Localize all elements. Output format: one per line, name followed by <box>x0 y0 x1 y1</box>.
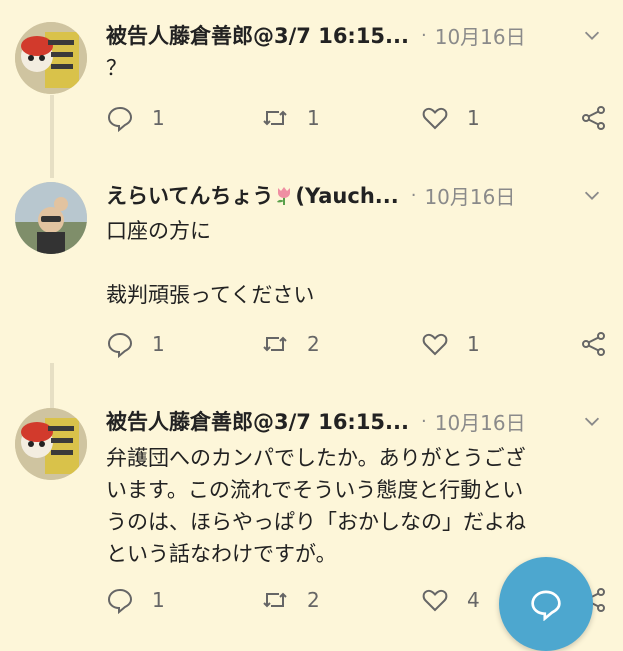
timestamp[interactable]: 10月16日 <box>435 407 526 436</box>
chevron-down-icon[interactable] <box>581 24 603 46</box>
retweet-button[interactable]: 2 <box>261 327 320 361</box>
retweet-count: 1 <box>307 106 320 130</box>
separator-dot: · <box>420 24 427 46</box>
tweet-header: えらいてんちょう (Yauch... · 10月16日 <box>106 178 603 212</box>
reply-icon <box>107 106 133 132</box>
separator-dot: · <box>420 410 427 432</box>
like-count: 1 <box>467 332 480 356</box>
like-count: 1 <box>467 106 480 130</box>
tweet[interactable]: えらいてんちょう (Yauch... · 10月16日 口座の方に 裁判頑張って… <box>0 178 623 368</box>
tweet-text: 口座の方に 裁判頑張ってください <box>106 219 315 307</box>
tweet-header: 被告人藤倉善郎@3/7 16:15... · 10月16日 <box>106 18 603 52</box>
tweet[interactable]: 被告人藤倉善郎@3/7 16:15... · 10月16日 ？ 1 1 1 <box>0 18 623 148</box>
reply-button[interactable]: 1 <box>106 327 165 361</box>
retweet-button[interactable]: 2 <box>261 583 320 617</box>
share-button[interactable] <box>580 327 608 361</box>
chevron-down-icon[interactable] <box>581 410 603 432</box>
avatar[interactable] <box>15 22 87 94</box>
retweet-icon <box>263 592 287 608</box>
timestamp[interactable]: 10月16日 <box>435 21 526 50</box>
author-name-text: えらいてんちょう <box>106 184 274 208</box>
reply-icon <box>107 588 133 614</box>
share-button[interactable] <box>580 101 608 135</box>
heart-icon <box>422 333 448 356</box>
like-button[interactable]: 4 <box>421 583 480 617</box>
reply-button[interactable]: 1 <box>106 101 165 135</box>
like-button[interactable]: 1 <box>421 327 480 361</box>
tweet-text: ？ <box>106 56 127 80</box>
like-button[interactable]: 1 <box>421 101 480 135</box>
tulip-emoji <box>277 187 291 205</box>
author-name[interactable]: 被告人藤倉善郎@3/7 16:15... <box>106 20 409 50</box>
reply-button[interactable]: 1 <box>106 583 165 617</box>
retweet-icon <box>263 336 287 352</box>
timestamp[interactable]: 10月16日 <box>424 181 515 210</box>
reply-count: 1 <box>152 106 165 130</box>
reply-count: 1 <box>152 332 165 356</box>
share-icon <box>582 106 605 130</box>
like-count: 4 <box>467 588 480 612</box>
tweet-actions: 1 2 1 <box>106 327 608 361</box>
reply-count: 1 <box>152 588 165 612</box>
reply-icon <box>107 332 133 358</box>
avatar[interactable] <box>15 182 87 254</box>
retweet-count: 2 <box>307 588 320 612</box>
tweet-text: 弁護団へのカンパでしたか。ありがとうござ います。この流れでそういう態度と行動と… <box>106 446 526 566</box>
author-name-suffix: (Yauch... <box>295 184 399 208</box>
separator-dot: · <box>410 184 417 206</box>
author-name[interactable]: 被告人藤倉善郎@3/7 16:15... <box>106 406 409 436</box>
avatar[interactable] <box>15 408 87 480</box>
share-icon <box>582 332 605 356</box>
heart-icon <box>422 107 448 130</box>
retweet-count: 2 <box>307 332 320 356</box>
tweet-actions: 1 1 1 <box>106 101 608 135</box>
retweet-icon <box>263 110 287 126</box>
compose-reply-icon <box>531 590 561 621</box>
author-name[interactable]: えらいてんちょう (Yauch... <box>106 180 399 210</box>
heart-icon <box>422 589 448 612</box>
tweet-header: 被告人藤倉善郎@3/7 16:15... · 10月16日 <box>106 404 603 438</box>
retweet-button[interactable]: 1 <box>261 101 320 135</box>
compose-reply-button[interactable] <box>499 557 593 651</box>
chevron-down-icon[interactable] <box>581 184 603 206</box>
